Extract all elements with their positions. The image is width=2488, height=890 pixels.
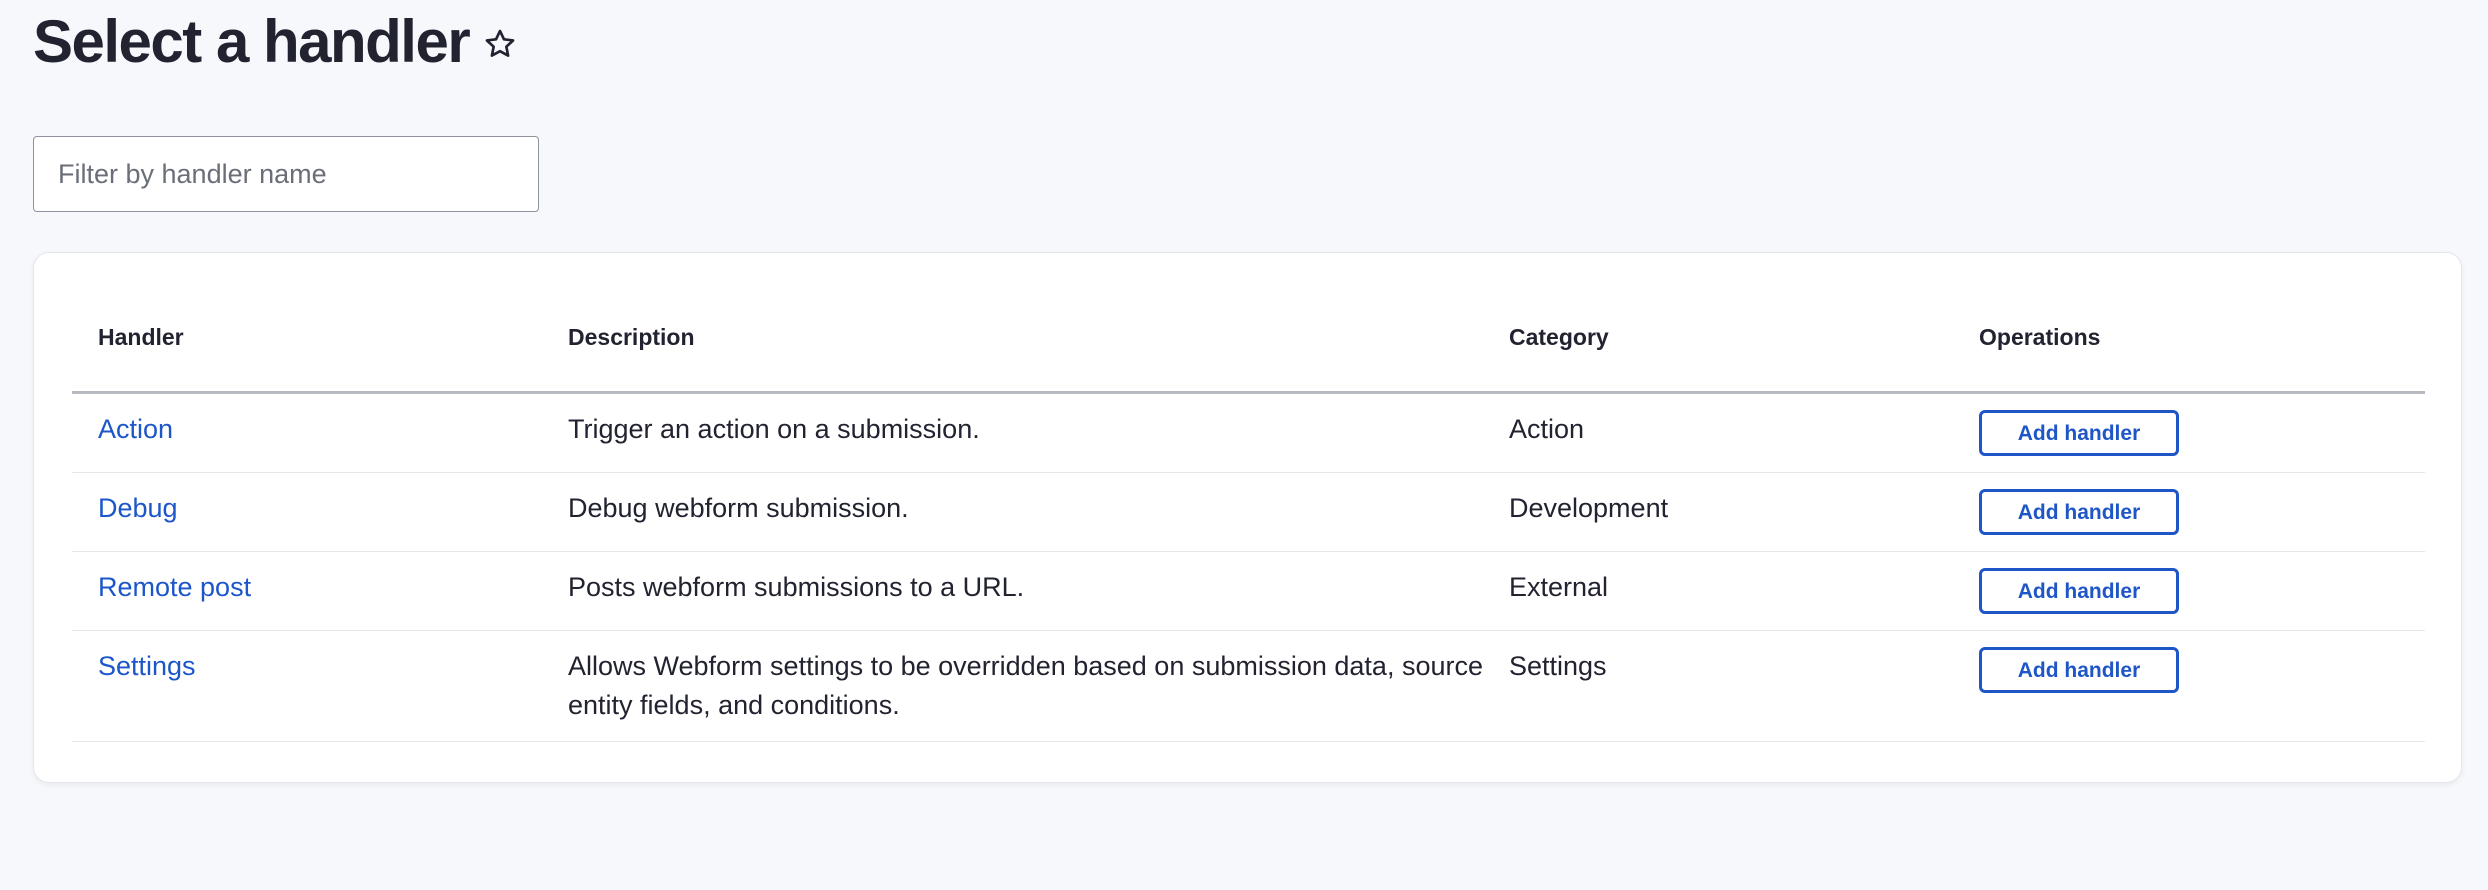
handler-link-settings[interactable]: Settings (98, 651, 196, 681)
description-cell: Trigger an action on a submission. (542, 392, 1483, 473)
table-row: Debug Debug webform submission. Developm… (72, 472, 2425, 552)
add-handler-button-debug[interactable]: Add handler (1979, 489, 2179, 535)
operations-cell: Add handler (1953, 551, 2425, 631)
handlers-card: Handler Description Category Operations … (33, 252, 2462, 783)
handler-cell: Settings (72, 630, 542, 742)
category-cell: Settings (1483, 630, 1953, 742)
star-icon[interactable] (483, 27, 517, 61)
description-cell: Posts webform submissions to a URL. (542, 551, 1483, 631)
column-header-category: Category (1483, 283, 1953, 394)
handler-cell: Debug (72, 472, 542, 552)
handler-link-action[interactable]: Action (98, 414, 173, 444)
handler-link-remote-post[interactable]: Remote post (98, 572, 251, 602)
handlers-table: Handler Description Category Operations … (72, 283, 2425, 742)
table-row: Action Trigger an action on a submission… (72, 392, 2425, 473)
operations-cell: Add handler (1953, 630, 2425, 742)
column-header-operations: Operations (1953, 283, 2425, 394)
handler-cell: Action (72, 392, 542, 473)
column-header-handler: Handler (72, 283, 542, 394)
page-title: Select a handler (33, 8, 471, 75)
category-cell: Action (1483, 392, 1953, 473)
page-header: Select a handler (33, 4, 517, 80)
table-row: Settings Allows Webform settings to be o… (72, 630, 2425, 742)
handler-cell: Remote post (72, 551, 542, 631)
operations-cell: Add handler (1953, 392, 2425, 473)
filter-handler-input[interactable] (33, 136, 539, 212)
description-cell: Debug webform submission. (542, 472, 1483, 552)
add-handler-button-remote-post[interactable]: Add handler (1979, 568, 2179, 614)
table-row: Remote post Posts webform submissions to… (72, 551, 2425, 631)
handler-link-debug[interactable]: Debug (98, 493, 178, 523)
operations-cell: Add handler (1953, 472, 2425, 552)
description-cell: Allows Webform settings to be overridden… (542, 630, 1483, 742)
table-header-row: Handler Description Category Operations (72, 283, 2425, 394)
add-handler-button-action[interactable]: Add handler (1979, 410, 2179, 456)
category-cell: Development (1483, 472, 1953, 552)
add-handler-button-settings[interactable]: Add handler (1979, 647, 2179, 693)
star-icon-svg (485, 29, 515, 57)
column-header-description: Description (542, 283, 1483, 394)
category-cell: External (1483, 551, 1953, 631)
